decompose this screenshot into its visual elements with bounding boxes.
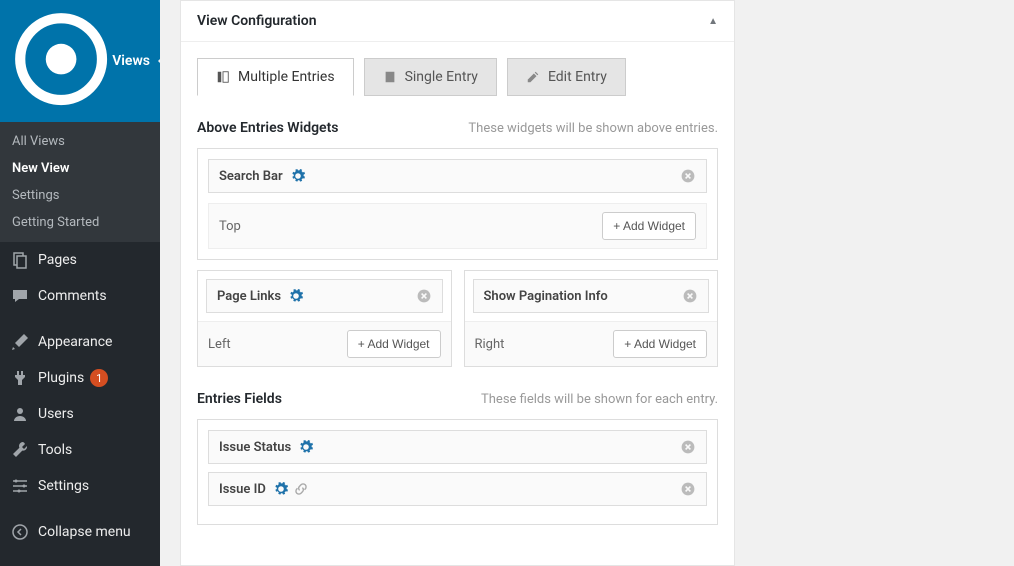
tab-label: Multiple Entries	[238, 69, 335, 85]
field-issue-status[interactable]: Issue Status	[208, 430, 707, 464]
left-widget-zone: Page Links Left + Add Widget	[197, 270, 452, 367]
zone-label: Top	[219, 219, 241, 234]
plug-icon	[10, 368, 30, 388]
section-hint: These fields will be shown for each entr…	[481, 392, 718, 407]
sidebar-item-pages[interactable]: Pages	[0, 242, 160, 278]
gear-icon[interactable]	[299, 440, 313, 454]
widget-label: Show Pagination Info	[484, 289, 608, 304]
widget-label: Issue Status	[219, 440, 291, 455]
sidebar-item-label: Appearance	[38, 334, 112, 350]
left-right-row: Page Links Left + Add Widget Show Pagina…	[197, 270, 718, 367]
sidebar-item-label: Comments	[38, 288, 107, 304]
pages-icon	[10, 250, 30, 270]
section-title: Entries Fields	[197, 391, 282, 407]
widget-label: Issue ID	[219, 482, 266, 497]
section-hint: These widgets will be shown above entrie…	[468, 121, 718, 136]
widget-label: Search Bar	[219, 169, 283, 184]
sidebar-item-users[interactable]: Users	[0, 396, 160, 432]
sidebar-item-label: Tools	[38, 442, 72, 458]
main-content: View Configuration ▲ Multiple Entries Si…	[160, 0, 1014, 566]
view-tabs: Multiple Entries Single Entry Edit Entry	[197, 58, 718, 96]
submenu-getting-started[interactable]: Getting Started	[0, 209, 160, 236]
sidebar-collapse[interactable]: Collapse menu	[0, 514, 160, 550]
edit-entry-icon	[526, 70, 540, 84]
close-icon[interactable]	[680, 439, 696, 455]
section-title: Above Entries Widgets	[197, 120, 339, 136]
tab-label: Single Entry	[405, 69, 478, 85]
sidebar-item-comments[interactable]: Comments	[0, 278, 160, 314]
collapse-icon	[10, 522, 30, 542]
submenu-new-view[interactable]: New View	[0, 155, 160, 182]
close-icon[interactable]	[682, 288, 698, 304]
add-widget-button[interactable]: + Add Widget	[613, 330, 707, 358]
panel-title: View Configuration	[197, 13, 317, 29]
sidebar-collapse-label: Collapse menu	[38, 524, 131, 540]
close-icon[interactable]	[680, 481, 696, 497]
widget-page-links[interactable]: Page Links	[206, 279, 443, 313]
tab-multiple-entries[interactable]: Multiple Entries	[197, 58, 354, 96]
single-entry-icon	[383, 70, 397, 84]
sidebar-submenu: All Views New View Settings Getting Star…	[0, 122, 160, 242]
sidebar-item-label: Settings	[38, 478, 89, 494]
view-config-panel: View Configuration ▲ Multiple Entries Si…	[180, 0, 735, 566]
tab-single-entry[interactable]: Single Entry	[364, 58, 497, 96]
brush-icon	[10, 332, 30, 352]
submenu-all-views[interactable]: All Views	[0, 128, 160, 155]
plugins-badge: 1	[90, 369, 108, 387]
field-issue-id[interactable]: Issue ID	[208, 472, 707, 506]
gear-icon[interactable]	[274, 482, 288, 496]
sidebar-item-appearance[interactable]: Appearance	[0, 324, 160, 360]
views-icon	[10, 8, 112, 114]
multiple-entries-icon	[216, 70, 230, 84]
zone-label: Right	[475, 337, 505, 352]
sidebar-current-views[interactable]: Views	[0, 0, 160, 122]
gear-icon[interactable]	[289, 289, 303, 303]
widget-show-pagination-info[interactable]: Show Pagination Info	[473, 279, 710, 313]
widget-label: Page Links	[217, 289, 281, 304]
close-icon[interactable]	[416, 288, 432, 304]
gear-icon[interactable]	[291, 169, 305, 183]
top-widget-zone: Search Bar Top + Add Widget	[197, 148, 718, 260]
wrench-icon	[10, 440, 30, 460]
tab-edit-entry[interactable]: Edit Entry	[507, 58, 626, 96]
zone-left-footer: Left + Add Widget	[198, 321, 451, 366]
panel-body: Multiple Entries Single Entry Edit Entry…	[181, 42, 734, 565]
tab-label: Edit Entry	[548, 69, 607, 85]
zone-top-footer: Top + Add Widget	[208, 203, 707, 249]
add-widget-button[interactable]: + Add Widget	[347, 330, 441, 358]
comment-icon	[10, 286, 30, 306]
entries-fields-heading: Entries Fields These fields will be show…	[197, 391, 718, 407]
sidebar-item-settings[interactable]: Settings	[0, 468, 160, 504]
sidebar-item-tools[interactable]: Tools	[0, 432, 160, 468]
zone-label: Left	[208, 337, 231, 352]
sidebar-item-plugins[interactable]: Plugins 1	[0, 360, 160, 396]
right-widget-zone: Show Pagination Info Right + Add Widget	[464, 270, 719, 367]
sliders-icon	[10, 476, 30, 496]
link-icon[interactable]	[294, 482, 308, 496]
entries-fields-zone: Issue Status Issue ID	[197, 419, 718, 525]
sidebar-item-label: Pages	[38, 252, 77, 268]
above-entries-heading: Above Entries Widgets These widgets will…	[197, 120, 718, 136]
submenu-settings[interactable]: Settings	[0, 182, 160, 209]
zone-right-footer: Right + Add Widget	[465, 321, 718, 366]
user-icon	[10, 404, 30, 424]
panel-header[interactable]: View Configuration ▲	[181, 1, 734, 42]
widget-search-bar[interactable]: Search Bar	[208, 159, 707, 193]
close-icon[interactable]	[680, 168, 696, 184]
sidebar-item-label: Users	[38, 406, 74, 422]
panel-toggle-icon[interactable]: ▲	[708, 16, 718, 27]
sidebar-item-label: Plugins	[38, 370, 84, 386]
sidebar-current-label: Views	[112, 53, 150, 69]
sidebar-current-arrow	[158, 51, 168, 71]
admin-sidebar: Views All Views New View Settings Gettin…	[0, 0, 160, 566]
add-widget-button[interactable]: + Add Widget	[602, 212, 696, 240]
